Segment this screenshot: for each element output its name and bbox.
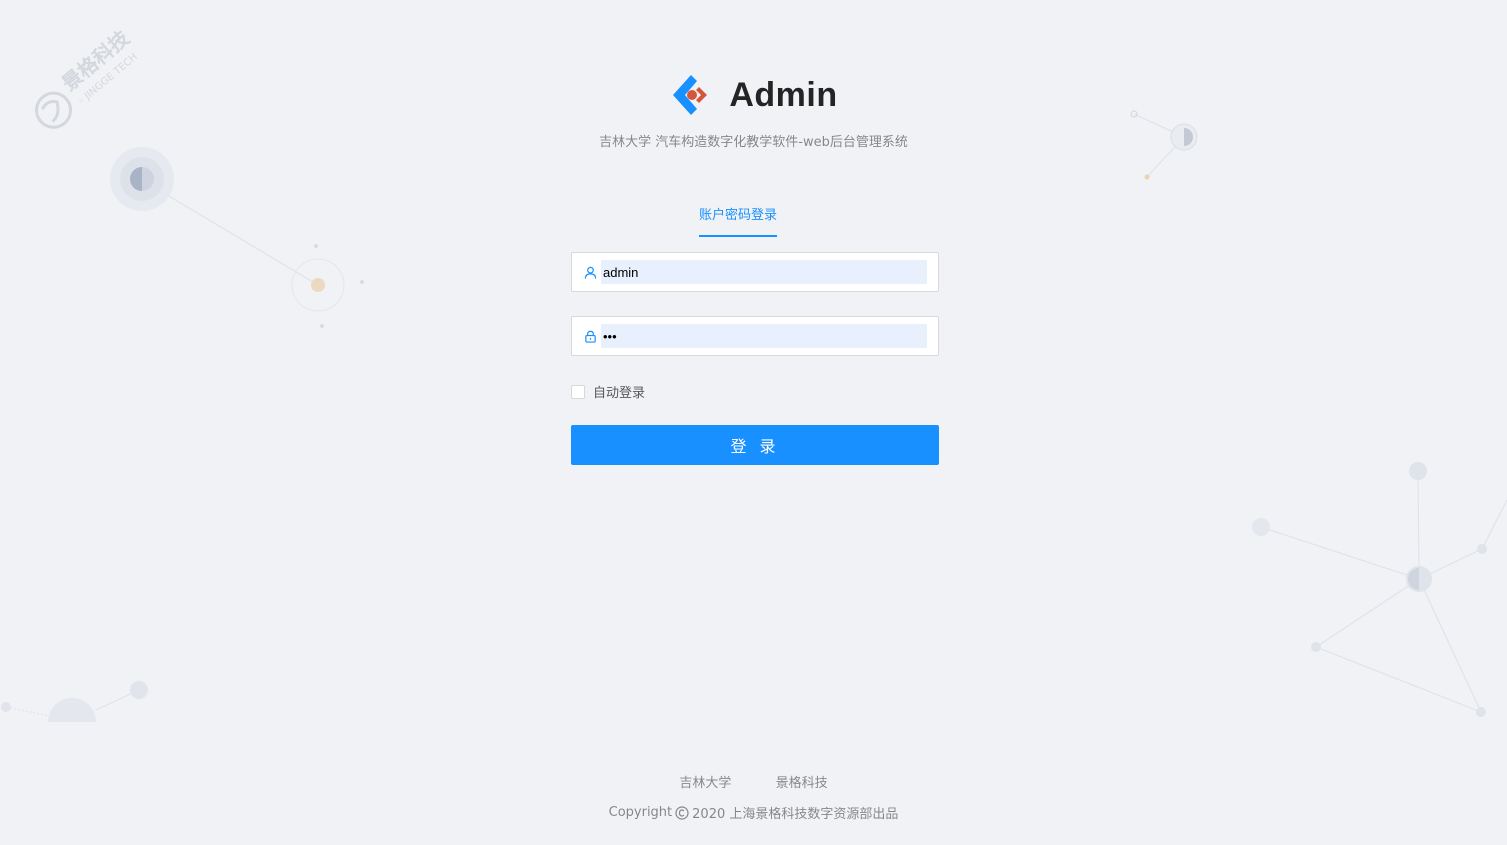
username-field <box>571 252 939 292</box>
login-button[interactable]: 登 录 <box>571 425 939 465</box>
login-page: 景格科技 ◦ JINGGE TECH Admin 吉林大学 汽车构造数字化教学软… <box>0 0 1507 845</box>
auto-login-label: 自动登录 <box>593 386 646 401</box>
brand-title: Admin <box>729 75 838 114</box>
password-input[interactable] <box>601 324 927 348</box>
system-subtitle: 吉林大学 汽车构造数字化教学软件-web后台管理系统 <box>599 135 908 150</box>
copyright-icon <box>675 805 689 820</box>
login-header: Admin 吉林大学 汽车构造数字化教学软件-web后台管理系统 <box>0 70 1507 150</box>
copyright-prefix: Copyright <box>608 805 673 820</box>
copyright: Copyright 2020 上海景格科技数字资源部出品 <box>609 803 899 822</box>
username-input[interactable] <box>601 260 927 284</box>
footer-link-jingge[interactable]: 景格科技 <box>776 776 828 791</box>
password-field <box>571 316 939 356</box>
auto-login-checkbox[interactable] <box>571 384 585 399</box>
admin-logo-icon <box>673 75 708 115</box>
auto-login-option[interactable]: 自动登录 <box>571 382 939 401</box>
brand: Admin <box>669 70 837 120</box>
footer-link-jlu[interactable]: 吉林大学 <box>679 776 731 791</box>
tab-account-password[interactable]: 账户密码登录 <box>698 196 777 237</box>
footer: 吉林大学 景格科技 Copyright 2020 上海景格科技数字资源部出品 <box>0 772 1507 822</box>
user-icon <box>583 265 597 279</box>
login-form: 账户密码登录 自动登录 <box>571 196 939 465</box>
lock-icon <box>583 329 597 343</box>
login-tabs: 账户密码登录 <box>571 196 939 237</box>
footer-links: 吉林大学 景格科技 <box>0 772 1507 791</box>
copyright-text: 2020 上海景格科技数字资源部出品 <box>692 807 899 822</box>
